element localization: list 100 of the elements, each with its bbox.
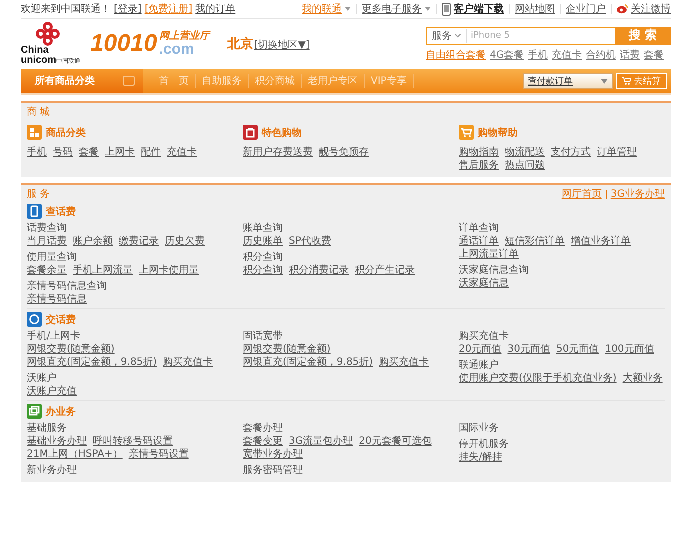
group-title: 联通账户: [459, 360, 499, 371]
bag-icon: [243, 125, 258, 140]
window-icon: [27, 404, 42, 419]
service-link[interactable]: 20元面值: [459, 343, 502, 356]
service-link[interactable]: 短信彩信详单: [505, 235, 565, 248]
group-title: 亲情号码信息查询: [27, 281, 107, 292]
service-link[interactable]: 套餐变更: [243, 435, 283, 448]
hot-search-link[interactable]: 合约机: [586, 48, 616, 62]
group-title: 使用量查询: [27, 252, 77, 263]
service-link[interactable]: 网银直充(固定金额，9.85折): [27, 356, 158, 369]
cart-icon: [622, 77, 631, 85]
service-link[interactable]: 上网卡使用量: [139, 264, 199, 277]
service-link[interactable]: 30元面值: [508, 343, 550, 356]
top-link[interactable]: 网站地图: [515, 2, 555, 16]
hot-search-link[interactable]: 4G套餐: [490, 48, 524, 62]
service-link[interactable]: 当月话费: [27, 235, 67, 248]
category-link[interactable]: 订单管理: [597, 146, 637, 159]
category-link[interactable]: 套餐: [79, 146, 99, 159]
knot-logo-icon: [33, 22, 63, 46]
category-link[interactable]: 新用户存费送费: [243, 146, 313, 159]
service-link[interactable]: 亲情号码设置: [128, 448, 189, 461]
service-link[interactable]: 手机上网流量: [73, 264, 133, 277]
dropdown-arrow-icon: [425, 7, 431, 11]
switch-region-link[interactable]: [切换地区▼]: [254, 38, 310, 52]
category-link[interactable]: 物流配送: [505, 146, 545, 159]
service-link[interactable]: 大额业务: [622, 372, 663, 385]
service-link[interactable]: 缴费记录: [119, 235, 159, 248]
brand-subtitle: 网上营业厅: [159, 32, 210, 42]
category-link[interactable]: 手机: [27, 146, 47, 159]
service-link[interactable]: 积分查询: [243, 264, 283, 277]
service-link[interactable]: 21M上网（HSPA+）: [27, 448, 123, 461]
grid-icon: [27, 125, 42, 140]
service-link[interactable]: 增值业务详单: [571, 235, 631, 248]
service-link[interactable]: 50元面值: [556, 343, 600, 356]
top-link[interactable]: 关注微博: [631, 2, 671, 16]
phone-icon: [442, 2, 451, 16]
service-heading: 办业务: [46, 406, 76, 418]
city-name: 北京: [227, 36, 254, 53]
service-link[interactable]: 挂失/解挂: [459, 451, 502, 464]
service-link[interactable]: 沃家庭信息: [459, 277, 509, 290]
cart-icon: [459, 125, 474, 140]
category-link[interactable]: 号码: [53, 146, 73, 159]
category-link[interactable]: 支付方式: [551, 146, 591, 159]
group-title: 国际业务: [459, 423, 499, 434]
dropdown-arrow-icon: [601, 78, 608, 84]
service-link[interactable]: 呼叫转移号码设置: [93, 435, 173, 448]
order-select[interactable]: 查付款订单: [523, 73, 613, 89]
chevron-icon: [455, 34, 461, 38]
service-link[interactable]: 3G流量包办理: [289, 435, 354, 448]
service-link[interactable]: 购买充值卡: [379, 356, 430, 369]
hot-search-link[interactable]: 话费: [620, 48, 640, 62]
category-link[interactable]: 上网卡: [105, 146, 135, 159]
search-box[interactable]: 服务 iPhone 5: [426, 26, 615, 44]
service-link[interactable]: 上网流量详单: [459, 248, 519, 261]
service-link[interactable]: 基础业务办理: [27, 435, 87, 448]
service-link[interactable]: 积分消费记录: [289, 264, 349, 277]
service-heading: 交话费: [46, 313, 76, 326]
weibo-icon: [617, 4, 628, 14]
hot-search-link[interactable]: 套餐: [644, 48, 664, 62]
service-link[interactable]: 20元套餐可选包: [359, 435, 432, 448]
category-link[interactable]: 购物指南: [459, 146, 499, 159]
top-link[interactable]: 更多电子服务: [362, 2, 422, 16]
service-link[interactable]: 100元面值: [605, 343, 654, 356]
group-title: 固话宽带: [243, 331, 283, 342]
category-link[interactable]: 售后服务: [459, 159, 499, 172]
category-link[interactable]: 配件: [141, 146, 161, 159]
top-link[interactable]: 客户端下载: [454, 2, 504, 16]
service-link[interactable]: 网银交费(随意金额): [243, 343, 331, 356]
category-link[interactable]: 充值卡: [167, 146, 197, 159]
brand-number: 10010: [90, 30, 158, 58]
category-heading: 购物帮助: [478, 126, 518, 140]
group-title: 账单查询: [243, 223, 283, 234]
service-link[interactable]: 历史欠费: [165, 235, 205, 248]
service-link[interactable]: 网银直充(固定金额，9.85折): [243, 356, 374, 369]
service-link[interactable]: 通话详单: [459, 235, 499, 248]
hot-search-link[interactable]: 手机: [528, 48, 548, 62]
logo-text: China: [21, 46, 49, 56]
top-link[interactable]: 企业门户: [566, 2, 606, 16]
search-field[interactable]: iPhone 5: [467, 28, 615, 42]
service-link[interactable]: 亲情号码信息: [27, 293, 87, 306]
service-link[interactable]: 网银交费(随意金额): [27, 343, 115, 356]
service-link[interactable]: 沃账户充值: [27, 385, 77, 398]
category-select[interactable]: 服务: [427, 28, 467, 42]
hot-search-link[interactable]: 充值卡: [552, 48, 582, 62]
top-link[interactable]: 我的订单: [196, 2, 236, 16]
service-link[interactable]: 宽带业务办理: [243, 448, 303, 461]
service-link[interactable]: 历史账单: [243, 235, 283, 248]
logo-text: unicom: [21, 56, 57, 66]
service-link[interactable]: SP代收费: [289, 235, 332, 248]
category-link[interactable]: 热点问题: [505, 159, 545, 172]
group-title: 沃账户: [27, 373, 57, 384]
service-link[interactable]: 积分产生记录: [355, 264, 415, 277]
service-link[interactable]: 购买充值卡: [163, 356, 214, 369]
category-link[interactable]: 靓号免预存: [319, 146, 369, 159]
service-link[interactable]: 账户余额: [73, 235, 113, 248]
top-link[interactable]: [登录]: [114, 2, 142, 16]
group-title: 详单查询: [459, 223, 499, 234]
service-link[interactable]: 套餐余量: [27, 264, 67, 277]
group-title: 积分查询: [243, 252, 283, 263]
service-link[interactable]: 使用账户交费(仅限于手机充值业务): [459, 372, 617, 385]
